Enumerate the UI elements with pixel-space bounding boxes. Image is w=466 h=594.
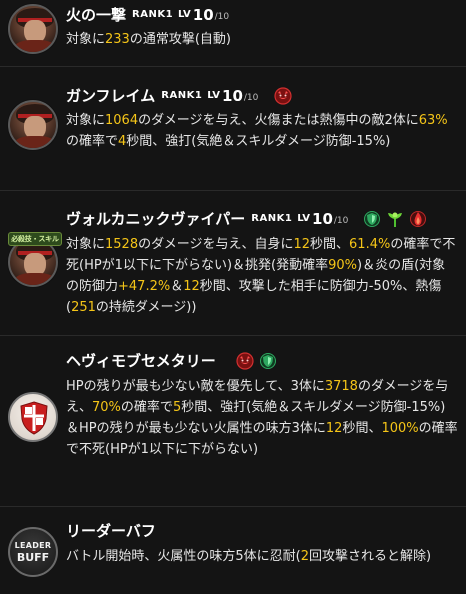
skill-description: 対象に1064のダメージを与え、火傷または熱傷中の敵2体に63%の確率で4秒間、… — [66, 110, 458, 152]
shield-skill-icon — [8, 392, 58, 442]
description-text: 対象に — [66, 237, 106, 252]
highlight-value: 12 — [293, 237, 311, 252]
description-text: バトル開始時、火属性の味方5体に忍耐( — [66, 549, 301, 564]
green-shield-icon — [364, 210, 381, 227]
skill-description: 対象に233の通常攻撃(自動) — [66, 29, 458, 50]
character-avatar — [8, 100, 58, 150]
highlight-value: 61.4% — [349, 237, 391, 252]
skill-lv-label: LV — [178, 9, 191, 20]
description-text: ＆ — [170, 279, 184, 294]
skill-description: バトル開始時、火属性の味方5体に忍耐(2回攻撃されると解除) — [66, 546, 458, 567]
highlight-value: +47.2% — [118, 279, 171, 294]
leader-buff-icon: LEADER BUFF — [8, 527, 58, 577]
description-text: 対象に — [66, 32, 106, 47]
description-text: 秒間、 — [342, 421, 382, 436]
skill-level: 10 — [312, 209, 333, 228]
buff-icon-text: BUFF — [16, 550, 50, 564]
skill-level-max: /10 — [333, 215, 349, 226]
divider — [0, 506, 466, 507]
description-text: 回攻撃されると解除) — [309, 549, 432, 564]
red-flame-icon — [410, 210, 427, 227]
skill-level: 10 — [192, 5, 214, 24]
skill-level-max: /10 — [243, 92, 259, 103]
description-text: の確率で — [66, 134, 119, 149]
green-shield-icon — [259, 352, 276, 369]
description-text: のダメージを与え、火傷または熱傷中の敵2体に — [138, 113, 419, 128]
skill-rank: RANK1 — [251, 213, 293, 224]
skill-title: リーダーバフ — [66, 522, 156, 540]
description-text: 秒間、 — [310, 237, 350, 252]
highlight-value: 5 — [172, 400, 182, 415]
description-text: の持続ダメージ)) — [95, 300, 197, 315]
skill-row-1: 火の一撃 RANK1 LV 10 /10 対象に233の通常攻撃(自動) — [0, 0, 466, 60]
skill-title: ヘヴィモブセメタリー — [66, 352, 216, 370]
highlight-value: 63% — [418, 113, 448, 128]
skill-level-max: /10 — [214, 11, 230, 22]
special-skill-badge: 必殺技・スキル — [8, 232, 62, 246]
skill-description: 対象に1528のダメージを与え、自身に12秒間、61.4%の確率で不死(HPが1… — [66, 234, 458, 318]
description-text: のダメージを与え、自身に — [138, 237, 294, 252]
highlight-value: 12 — [183, 279, 200, 294]
description-text: 秒間、強打(気絶＆スキルダメージ防御-15%) — [126, 134, 391, 149]
divider — [0, 66, 466, 67]
highlight-value: 251 — [71, 300, 96, 315]
highlight-value: 3718 — [324, 379, 358, 394]
skill-title: ガンフレイム — [66, 87, 156, 105]
skill-description: HPの残りが最も少ない敵を優先して、3体に3718のダメージを与え、70%の確率… — [66, 376, 458, 460]
skill-rank: RANK1 — [132, 9, 174, 20]
green-plant-icon — [388, 212, 403, 227]
description-text: HPの残りが最も少ない敵を優先して、3体に — [66, 379, 325, 394]
skill-level: 10 — [222, 86, 243, 105]
highlight-value: 12 — [325, 421, 343, 436]
skill-rank: RANK1 — [161, 90, 203, 101]
red-demon-icon — [274, 86, 292, 105]
skill-lv-label: LV — [207, 90, 221, 101]
highlight-value: 70% — [92, 400, 121, 415]
highlight-value: 2 — [300, 549, 310, 564]
highlight-value: 1528 — [105, 237, 139, 252]
highlight-value: 1064 — [105, 113, 139, 128]
description-text: の通常攻撃(自動) — [129, 32, 231, 47]
highlight-value: 233 — [105, 32, 130, 47]
description-text: の確率で — [120, 400, 173, 415]
skill-lv-label: LV — [297, 213, 311, 224]
red-demon-icon — [236, 351, 254, 370]
divider — [0, 190, 466, 191]
character-avatar — [8, 4, 58, 54]
highlight-value: 90% — [328, 258, 358, 273]
skill-title: 火の一撃 — [66, 6, 127, 24]
divider — [0, 335, 466, 336]
highlight-value: 100% — [381, 421, 419, 436]
description-text: 対象に — [66, 113, 106, 128]
skill-title: ヴォルカニックヴァイパー — [66, 210, 246, 228]
leader-icon-text: LEADER — [14, 540, 52, 550]
